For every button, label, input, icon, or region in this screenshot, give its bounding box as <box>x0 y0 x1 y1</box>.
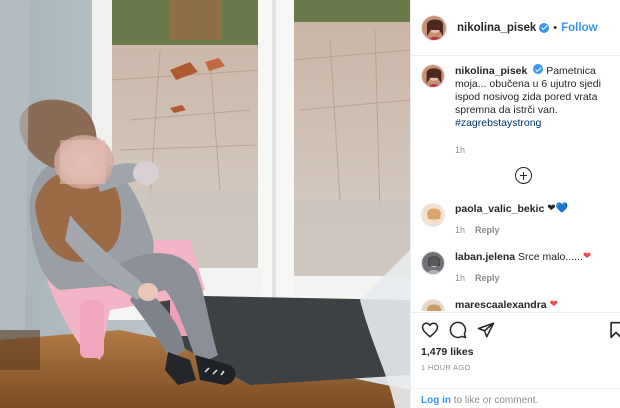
comment-item: paola_valic_bekic ❤💙 1h Reply <box>421 203 620 237</box>
comment-time: 1h <box>455 225 466 235</box>
red-heart-emoji: ❤ <box>549 299 558 311</box>
comment-username[interactable]: paola_valic_bekic <box>455 203 544 215</box>
caption: nikolina_pisek Pametnica moja... obučena… <box>421 64 620 157</box>
comment-username[interactable]: marescaalexandra <box>455 299 547 311</box>
caption-hashtag[interactable]: #zagrebstaystrong <box>455 117 541 129</box>
post-timestamp: 1 HOUR AGO <box>421 363 471 372</box>
post-actions: 1,479 likes 1 HOUR AGO Log in to like or… <box>411 312 620 408</box>
comment-time: 1h <box>455 273 466 283</box>
comment-meta: 1h Reply <box>455 272 620 285</box>
caption-text-block: nikolina_pisek Pametnica moja... obučena… <box>455 64 620 157</box>
comment-item: laban.jelena Srce malo......❤ 1h Reply <box>421 251 620 285</box>
caption-avatar[interactable] <box>421 64 445 88</box>
comment-text: Srce malo...... <box>518 251 583 263</box>
login-prompt-text: to like or comment. <box>451 395 539 406</box>
add-comment-icon[interactable] <box>515 167 532 184</box>
comment-body: paola_valic_bekic ❤💙 1h Reply <box>455 203 620 237</box>
action-icons <box>421 321 495 339</box>
blue-heart-emoji: 💙 <box>555 203 569 215</box>
photo-illustration <box>0 0 410 408</box>
commenter-avatar[interactable] <box>421 251 445 275</box>
comment-body: marescaalexandra ❤ <box>455 299 620 311</box>
red-heart-emoji: ❤ <box>582 251 592 263</box>
author-avatar[interactable] <box>421 14 447 41</box>
comment-meta: 1h Reply <box>455 224 620 237</box>
comment-item: marescaalexandra ❤ <box>421 299 620 311</box>
post-header: nikolina_pisek • Follow <box>411 0 620 56</box>
comment-body: laban.jelena Srce malo......❤ 1h Reply <box>455 251 620 285</box>
share-icon[interactable] <box>477 321 495 339</box>
separator-dot: • <box>553 21 558 34</box>
bookmark-icon[interactable] <box>609 321 620 339</box>
black-heart-emoji: ❤ <box>547 203 556 215</box>
login-link[interactable]: Log in <box>421 395 451 406</box>
heart-icon[interactable] <box>421 321 439 339</box>
verified-badge-icon <box>539 22 550 33</box>
reply-button[interactable]: Reply <box>475 225 500 235</box>
commenter-avatar[interactable] <box>421 299 445 311</box>
verified-badge-icon <box>533 64 544 74</box>
post-side-panel: nikolina_pisek • Follow nikolina_pisek P… <box>410 0 620 408</box>
commenter-avatar[interactable] <box>421 203 445 227</box>
post-photo <box>0 0 410 408</box>
login-prompt: Log in to like or comment. <box>411 388 620 408</box>
author-username[interactable]: nikolina_pisek <box>457 22 536 34</box>
comment-username[interactable]: laban.jelena <box>455 251 515 263</box>
likes-count[interactable]: 1,479 likes <box>421 346 474 358</box>
caption-meta: 1h <box>455 144 620 157</box>
caption-time: 1h <box>455 145 466 155</box>
comments-list[interactable]: nikolina_pisek Pametnica moja... obučena… <box>411 57 620 311</box>
follow-button[interactable]: Follow <box>561 22 597 34</box>
reply-button[interactable]: Reply <box>475 273 500 283</box>
comment-icon[interactable] <box>449 321 467 339</box>
caption-username[interactable]: nikolina_pisek <box>455 65 527 77</box>
